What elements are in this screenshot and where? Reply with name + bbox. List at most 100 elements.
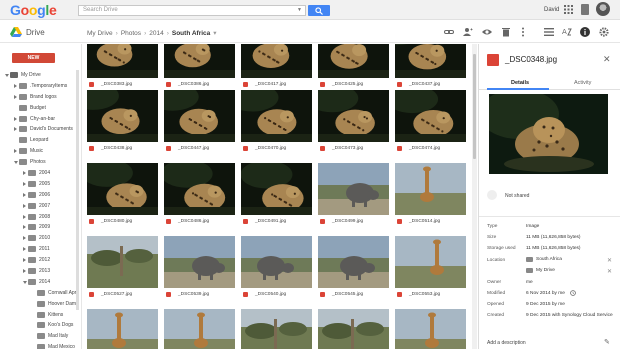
expand-arrow-icon[interactable]: [14, 149, 17, 154]
share-icon[interactable]: [463, 27, 473, 37]
tree-item[interactable]: Cornwall April: [0, 288, 79, 299]
file-caption[interactable]: _DSC0473.jpg: [318, 144, 389, 154]
expand-arrow-icon[interactable]: [23, 181, 26, 186]
tree-item[interactable]: 2011: [0, 244, 76, 255]
file-thumbnail[interactable]: [395, 44, 466, 78]
tree-item[interactable]: 2014: [0, 277, 76, 288]
file-caption[interactable]: _DSC0480.jpg: [87, 217, 158, 227]
file-caption[interactable]: _DSC0499.jpg: [318, 217, 389, 227]
google-logo[interactable]: Google: [10, 2, 57, 18]
tree-item[interactable]: 2006: [0, 190, 76, 201]
file-thumbnail[interactable]: [87, 163, 158, 215]
remove-location-icon[interactable]: ✕: [607, 268, 612, 275]
edit-pencil-icon[interactable]: ✎: [604, 338, 610, 346]
tree-item[interactable]: Chy-an-bar: [0, 114, 76, 125]
expand-arrow-icon[interactable]: [14, 116, 17, 121]
file-thumbnail[interactable]: [87, 236, 158, 288]
tree-item[interactable]: Brand logos: [0, 92, 76, 103]
breadcrumb-2014[interactable]: 2014: [149, 30, 163, 37]
file-thumbnail[interactable]: [395, 163, 466, 215]
tree-item[interactable]: 2004: [0, 168, 76, 179]
tree-item[interactable]: 2005: [0, 179, 76, 190]
file-thumbnail[interactable]: [395, 236, 466, 288]
file-thumbnail[interactable]: [241, 44, 312, 78]
drive-logo-icon[interactable]: [10, 27, 22, 37]
tree-item[interactable]: 2009: [0, 222, 76, 233]
file-thumbnail[interactable]: [241, 236, 312, 288]
file-thumbnail[interactable]: [318, 163, 389, 215]
file-caption[interactable]: _DSC0553.jpg: [395, 290, 466, 300]
breadcrumb-photos[interactable]: Photos: [121, 30, 141, 37]
add-description-field[interactable]: Add a description: [487, 340, 526, 346]
expand-arrow-icon[interactable]: [14, 94, 17, 99]
history-icon[interactable]: [570, 290, 576, 296]
file-caption[interactable]: _DSC0425.jpg: [318, 80, 389, 90]
scrollbar-thumb[interactable]: [473, 54, 476, 159]
file-thumbnail[interactable]: [164, 163, 235, 215]
apps-grid-icon[interactable]: [564, 5, 573, 16]
file-thumbnail[interactable]: [164, 44, 235, 78]
file-thumbnail[interactable]: [318, 236, 389, 288]
file-caption[interactable]: _DSC0527.jpg: [87, 290, 158, 300]
preview-eye-icon[interactable]: [482, 27, 492, 37]
expand-arrow-icon[interactable]: [23, 225, 26, 230]
drive-app-label[interactable]: Drive: [26, 28, 45, 37]
file-thumbnail[interactable]: [87, 44, 158, 78]
tree-item[interactable]: Music: [0, 146, 76, 157]
file-thumbnail[interactable]: [395, 90, 466, 142]
tree-item[interactable]: Mad Mexico: [0, 342, 76, 349]
tree-item[interactable]: Kittens: [0, 310, 76, 321]
remove-location-icon[interactable]: ✕: [607, 257, 612, 264]
location-my-drive[interactable]: My Drive: [536, 268, 555, 273]
tree-item[interactable]: Photos: [0, 157, 76, 168]
sidebar-scrollbar[interactable]: [76, 70, 79, 310]
tree-item[interactable]: 2010: [0, 233, 76, 244]
expand-arrow-icon[interactable]: [23, 258, 26, 263]
file-thumbnail[interactable]: [318, 309, 389, 349]
search-button[interactable]: [308, 5, 330, 16]
file-caption[interactable]: _DSC0447.jpg: [164, 144, 235, 154]
details-info-icon[interactable]: [580, 27, 590, 37]
avatar[interactable]: [596, 2, 610, 16]
file-thumbnail[interactable]: [241, 309, 312, 349]
tree-item[interactable]: Leopard: [0, 135, 76, 146]
tree-item[interactable]: .TemporaryItems: [0, 81, 76, 92]
file-thumbnail[interactable]: [318, 90, 389, 142]
location-south-africa[interactable]: South Africa: [536, 257, 562, 262]
file-caption[interactable]: _DSC0417.jpg: [241, 80, 312, 90]
expand-arrow-icon[interactable]: [23, 236, 26, 241]
more-options-icon[interactable]: [518, 27, 528, 37]
file-caption[interactable]: _DSC0540.jpg: [241, 290, 312, 300]
tree-item[interactable]: 2012: [0, 255, 76, 266]
list-view-icon[interactable]: [544, 27, 554, 37]
file-thumbnail[interactable]: [395, 309, 466, 349]
file-caption[interactable]: _DSC0539.jpg: [164, 290, 235, 300]
expand-arrow-icon[interactable]: [23, 214, 26, 219]
settings-gear-icon[interactable]: [599, 27, 609, 37]
search-input[interactable]: Search Drive ▼: [78, 5, 306, 16]
breadcrumb-dropdown-icon[interactable]: ▾: [213, 30, 216, 37]
file-caption[interactable]: _DSC0437.jpg: [395, 80, 466, 90]
sort-az-icon[interactable]: A: [562, 27, 572, 37]
expand-arrow-icon[interactable]: [23, 203, 26, 208]
file-caption[interactable]: _DSC0383.jpg: [87, 80, 158, 90]
file-thumbnail[interactable]: [164, 236, 235, 288]
get-link-icon[interactable]: [444, 27, 454, 37]
trash-icon[interactable]: [501, 27, 511, 37]
file-caption[interactable]: _DSC0470.jpg: [241, 144, 312, 154]
tree-item[interactable]: Mad Italy: [0, 331, 76, 342]
file-thumbnail[interactable]: [241, 90, 312, 142]
notifications-icon[interactable]: [581, 4, 589, 15]
tree-item[interactable]: 2013: [0, 266, 76, 277]
expand-arrow-icon[interactable]: [14, 83, 17, 88]
search-options-caret-icon[interactable]: ▼: [297, 7, 302, 13]
tree-item[interactable]: Budget: [0, 103, 76, 114]
breadcrumb-my-drive[interactable]: My Drive: [87, 30, 113, 37]
collapse-arrow-icon[interactable]: [14, 161, 18, 165]
file-caption[interactable]: _DSC0486.jpg: [164, 217, 235, 227]
file-thumbnail[interactable]: [318, 44, 389, 78]
file-caption[interactable]: _DSC0386.jpg: [164, 80, 235, 90]
expand-arrow-icon[interactable]: [23, 269, 26, 274]
expand-arrow-icon[interactable]: [23, 192, 26, 197]
new-button[interactable]: NEW: [12, 53, 55, 63]
